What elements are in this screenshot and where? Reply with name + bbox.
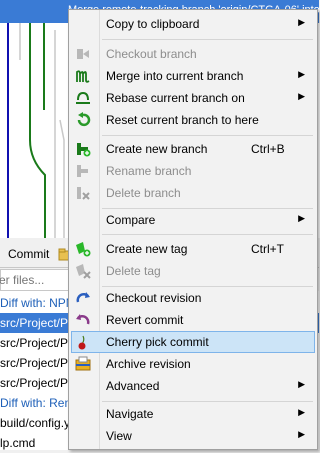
menu-item-cherry-pick-commit[interactable]: Cherry pick commit [71,331,315,353]
menu-item-label: Cherry pick commit [106,335,209,349]
menu-item-label: Archive revision [106,357,191,371]
revert-commit-icon [76,314,90,325]
menu-item-label: Compare [106,213,156,227]
revision-graph[interactable] [0,0,70,238]
menu-item-checkout-revision[interactable]: Checkout revision [71,287,315,309]
merge-icon [76,70,90,83]
menu-item-compare[interactable]: Compare ▶ [71,209,315,231]
menu-item-delete-tag[interactable]: Delete tag [71,260,315,282]
menu-item-shortcut: Ctrl+B [251,142,285,156]
file-path: src/Project/Pr [0,316,73,330]
menu-separator [102,135,313,136]
submenu-arrow-icon: ▶ [298,407,305,417]
diff-group-header[interactable]: Diff with: NPM [0,293,70,313]
delete-tag-icon [76,264,91,279]
file-row[interactable]: build/config.y [0,413,70,433]
menu-item-label: Delete branch [106,186,181,200]
submenu-arrow-icon: ▶ [298,379,305,389]
menu-item-label: Navigate [106,407,154,421]
menu-item-merge-into-current-branch[interactable]: Merge into current branch ▶ [71,65,315,87]
checkout-revision-icon [76,292,90,303]
menu-item-shortcut: Ctrl+T [251,242,284,256]
file-path: lp.cmd [0,436,36,450]
menu-item-label: Advanced [106,379,160,393]
menu-item-label: Merge into current branch [106,69,244,83]
file-row[interactable]: src/Project/Pr [0,373,70,393]
menu-item-label: Copy to clipboard [106,17,200,31]
file-filter-input[interactable] [0,270,67,290]
rename-branch-icon [77,165,88,177]
menu-separator [102,234,313,235]
menu-item-label: Checkout branch [106,47,197,61]
file-path: src/Project/Pr [0,336,70,350]
submenu-arrow-icon: ▶ [298,91,305,101]
menu-item-label: Reset current branch to here [106,113,259,127]
menu-item-label: Delete tag [106,264,161,278]
revision-graph-lines [7,0,65,238]
menu-item-label: Rebase current branch on [106,91,245,105]
menu-item-label: Create new branch [106,142,208,156]
menu-item-archive-revision[interactable]: Archive revision [71,353,315,375]
diff-group-label: Diff with: NPM [0,296,70,310]
menu-item-rebase-current-branch-on[interactable]: Rebase current branch on ▶ [71,87,315,109]
menu-item-revert-commit[interactable]: Revert commit [71,309,315,331]
rebase-icon [76,91,90,104]
menu-separator [102,39,313,40]
revision-context-menu: Copy to clipboard ▶ Checkout branch Merg… [68,9,318,450]
menu-item-create-new-branch[interactable]: Create new branch Ctrl+B [71,138,315,160]
archive-icon [75,356,91,371]
cherry-icon [78,335,86,350]
menu-item-label: Create new tag [106,242,188,256]
menu-item-view[interactable]: View ▶ [71,425,315,447]
menu-item-label: Rename branch [106,164,192,178]
menu-item-navigate[interactable]: Navigate ▶ [71,403,315,425]
tab-commit[interactable]: Commit [2,244,55,265]
menu-separator [102,401,313,402]
diff-group-header[interactable]: Diff with: Rem [0,393,70,413]
menu-item-rename-branch[interactable]: Rename branch [71,160,315,182]
menu-item-label: View [106,429,132,443]
file-row[interactable]: src/Project/Pr [0,333,70,353]
submenu-arrow-icon: ▶ [298,213,305,223]
menu-item-delete-branch[interactable]: Delete branch [71,182,315,204]
file-path: src/Project/Pr [0,356,70,370]
submenu-arrow-icon: ▶ [298,429,305,439]
menu-item-label: Revert commit [106,313,184,327]
checkout-branch-icon [77,49,89,59]
diff-group-label: Diff with: Rem [0,396,70,410]
delete-branch-icon [77,187,90,200]
file-path: src/Project/Pr [0,376,70,390]
new-branch-icon [77,143,91,157]
file-path: build/config.y [0,416,70,430]
menu-item-create-new-tag[interactable]: Create new tag Ctrl+T [71,238,315,260]
submenu-arrow-icon: ▶ [298,69,305,79]
tab-commit-label: Commit [8,247,50,261]
menu-item-advanced[interactable]: Advanced ▶ [71,375,315,397]
new-tag-icon [76,242,91,257]
submenu-arrow-icon: ▶ [298,17,305,27]
file-filter-box[interactable] [0,269,70,291]
file-row[interactable]: src/Project/Pr [0,353,70,373]
menu-item-label: Checkout revision [106,291,202,305]
reset-icon [77,112,91,127]
menu-item-reset-current-branch[interactable]: Reset current branch to here [71,109,315,131]
menu-item-checkout-branch[interactable]: Checkout branch [71,43,315,65]
menu-item-copy-to-clipboard[interactable]: Copy to clipboard ▶ [71,13,315,35]
file-row[interactable]: lp.cmd [0,433,70,453]
